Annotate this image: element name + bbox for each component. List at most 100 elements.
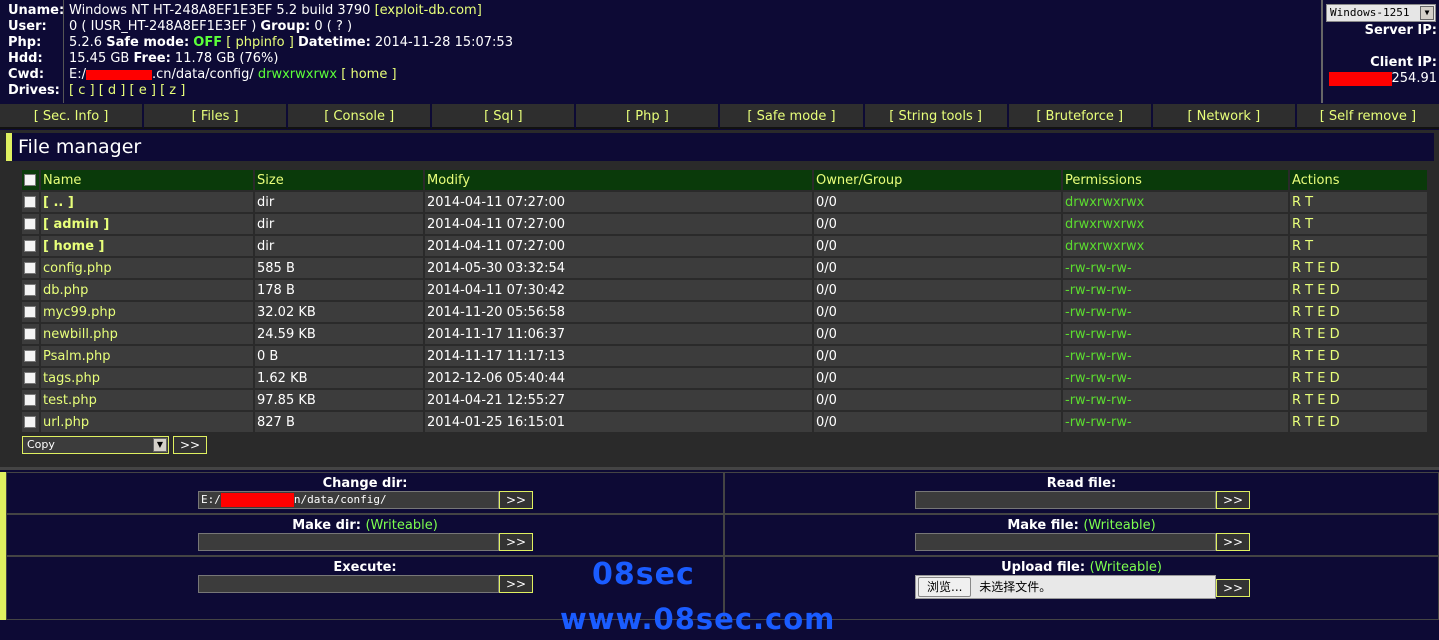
file-permissions[interactable]: -rw-rw-rw- (1063, 258, 1288, 278)
menu-sql[interactable]: [ Sql ] (432, 104, 577, 129)
phpinfo-link[interactable]: [ phpinfo ] (226, 35, 294, 50)
file-permissions[interactable]: -rw-rw-rw- (1063, 368, 1288, 388)
file-link[interactable]: Psalm.php (41, 346, 253, 366)
column-header-owner[interactable]: Owner/Group (814, 170, 1061, 190)
file-actions[interactable]: R T (1290, 214, 1427, 234)
bulk-action-select[interactable]: Copy ▼ (22, 436, 169, 454)
change-dir-input[interactable]: E:/ n/data/config/ (198, 491, 499, 509)
file-actions[interactable]: R T E D (1290, 390, 1427, 410)
file-link[interactable]: config.php (41, 258, 253, 278)
file-size: 97.85 KB (255, 390, 423, 410)
column-header-permissions[interactable]: Permissions (1063, 170, 1288, 190)
menu-network[interactable]: [ Network ] (1152, 104, 1297, 129)
row-checkbox[interactable] (24, 306, 36, 318)
file-link[interactable]: myc99.php (41, 302, 253, 322)
column-header-modify[interactable]: Modify (425, 170, 812, 190)
file-actions[interactable]: R T E D (1290, 346, 1427, 366)
bulk-action-go-button[interactable]: >> (173, 436, 207, 454)
row-checkbox[interactable] (24, 262, 36, 274)
folder-link[interactable]: [ admin ] (41, 214, 253, 234)
row-checkbox[interactable] (24, 284, 36, 296)
group-value: 0 ( ? ) (314, 19, 353, 34)
group-label: Group: (260, 19, 311, 34)
drive-c-link[interactable]: [ c ] (69, 83, 95, 98)
make-dir-go-button[interactable]: >> (499, 533, 533, 551)
execute-go-button[interactable]: >> (499, 575, 533, 593)
menu-php[interactable]: [ Php ] (576, 104, 721, 129)
browse-button[interactable]: 浏览... (918, 577, 972, 597)
file-actions[interactable]: R T E D (1290, 368, 1427, 388)
file-permissions[interactable]: -rw-rw-rw- (1063, 280, 1288, 300)
file-actions[interactable]: R T E D (1290, 412, 1427, 432)
file-permissions[interactable]: -rw-rw-rw- (1063, 412, 1288, 432)
file-actions[interactable]: R T E D (1290, 324, 1427, 344)
chevron-down-icon: ▼ (1420, 6, 1434, 20)
file-permissions[interactable]: drwxrwxrwx (1063, 214, 1288, 234)
row-checkbox[interactable] (24, 350, 36, 362)
file-actions[interactable]: R T (1290, 192, 1427, 212)
drive-d-link[interactable]: [ d ] (99, 83, 126, 98)
no-file-text: 未选择文件。 (979, 580, 1052, 594)
user-value: 0 ( IUSR_HT-248A8EF1E3EF ) (69, 19, 257, 34)
row-checkbox[interactable] (24, 328, 36, 340)
menu-files[interactable]: [ Files ] (144, 104, 289, 129)
safe-mode-status: OFF (193, 35, 223, 50)
file-link[interactable]: test.php (41, 390, 253, 410)
charset-select[interactable]: Windows-1251 ▼ (1326, 4, 1436, 22)
file-modified: 2014-05-30 03:32:54 (425, 258, 812, 278)
file-owner-group: 0/0 (814, 302, 1061, 322)
row-checkbox[interactable] (24, 372, 36, 384)
column-header-size[interactable]: Size (255, 170, 423, 190)
menu-safe-mode[interactable]: [ Safe mode ] (720, 104, 865, 129)
upload-file-input[interactable]: 浏览... 未选择文件。 (915, 575, 1216, 599)
file-actions[interactable]: R T (1290, 236, 1427, 256)
file-permissions[interactable]: -rw-rw-rw- (1063, 390, 1288, 410)
upload-file-go-button[interactable]: >> (1216, 579, 1250, 597)
execute-input[interactable] (198, 575, 499, 593)
exploit-db-link[interactable]: [exploit-db.com] (375, 3, 482, 18)
file-permissions[interactable]: drwxrwxrwx (1063, 192, 1288, 212)
make-dir-input[interactable] (198, 533, 499, 551)
file-permissions[interactable]: drwxrwxrwx (1063, 236, 1288, 256)
table-row: Psalm.php 0 B 2014-11-17 11:17:13 0/0 -rw-rw… (22, 346, 1427, 366)
file-link[interactable]: url.php (41, 412, 253, 432)
file-modified: 2014-04-11 07:27:00 (425, 192, 812, 212)
folder-link[interactable]: [ .. ] (41, 192, 253, 212)
hdd-row: Hdd: 15.45 GB Free: 11.78 GB (76%) (8, 51, 1318, 67)
file-permissions[interactable]: -rw-rw-rw- (1063, 324, 1288, 344)
make-file-go-button[interactable]: >> (1216, 533, 1250, 551)
file-permissions[interactable]: -rw-rw-rw- (1063, 302, 1288, 322)
file-owner-group: 0/0 (814, 214, 1061, 234)
menu-string-tools[interactable]: [ String tools ] (864, 104, 1009, 129)
menu-bruteforce[interactable]: [ Bruteforce ] (1008, 104, 1153, 129)
select-all-checkbox[interactable] (24, 174, 36, 186)
file-actions[interactable]: R T E D (1290, 302, 1427, 322)
file-link[interactable]: newbill.php (41, 324, 253, 344)
menu-sec-info[interactable]: [ Sec. Info ] (0, 104, 145, 129)
make-file-input[interactable] (915, 533, 1216, 551)
row-checkbox[interactable] (24, 218, 36, 230)
menu-console[interactable]: [ Console ] (288, 104, 433, 129)
change-dir-go-button[interactable]: >> (499, 491, 533, 509)
read-file-go-button[interactable]: >> (1216, 491, 1250, 509)
folder-link[interactable]: [ home ] (41, 236, 253, 256)
drive-e-link[interactable]: [ e ] (130, 83, 156, 98)
file-actions[interactable]: R T E D (1290, 280, 1427, 300)
file-permissions[interactable]: -rw-rw-rw- (1063, 346, 1288, 366)
column-header-name[interactable]: Name (41, 170, 253, 190)
read-file-input[interactable] (915, 491, 1216, 509)
menu-self-remove[interactable]: [ Self remove ] (1296, 104, 1439, 129)
header-right-divider (1321, 0, 1323, 103)
file-modified: 2014-04-11 07:30:42 (425, 280, 812, 300)
row-checkbox[interactable] (24, 416, 36, 428)
file-actions[interactable]: R T E D (1290, 258, 1427, 278)
row-checkbox[interactable] (24, 240, 36, 252)
file-link[interactable]: tags.php (41, 368, 253, 388)
file-owner-group: 0/0 (814, 192, 1061, 212)
row-checkbox[interactable] (24, 394, 36, 406)
drive-z-link[interactable]: [ z ] (160, 83, 185, 98)
home-link[interactable]: [ home ] (341, 67, 396, 82)
file-link[interactable]: db.php (41, 280, 253, 300)
row-checkbox[interactable] (24, 196, 36, 208)
main-menu: [ Sec. Info ] [ Files ] [ Console ] [ Sq… (0, 104, 1439, 129)
